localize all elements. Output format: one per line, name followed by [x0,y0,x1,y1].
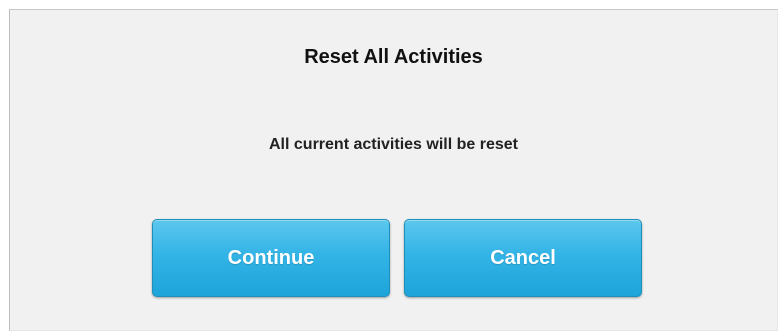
reset-activities-dialog: Reset All Activities All current activit… [9,9,778,331]
dialog-title: Reset All Activities [304,46,483,68]
dialog-message: All current activities will be reset [269,136,518,153]
continue-button[interactable]: Continue [152,219,390,297]
cancel-button[interactable]: Cancel [404,219,642,297]
